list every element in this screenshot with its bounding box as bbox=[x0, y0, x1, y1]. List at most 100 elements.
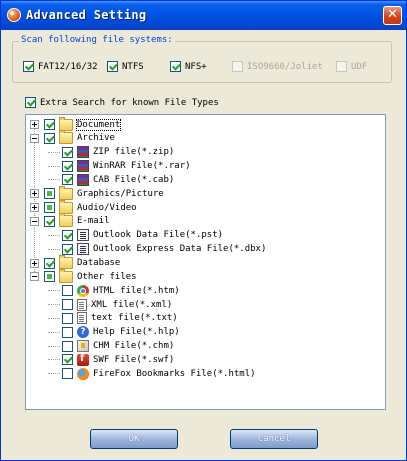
tree-item[interactable]: XML file(*.xml) bbox=[62, 298, 172, 311]
archive-icon bbox=[77, 173, 89, 186]
tree-item[interactable]: CHM File(*.chm) bbox=[62, 340, 174, 353]
expand-icon[interactable] bbox=[30, 258, 39, 268]
tree-item[interactable]: SWF File(*.swf) bbox=[62, 353, 174, 366]
tree-item-checkbox[interactable] bbox=[62, 174, 73, 186]
tree-item-label: E-mail bbox=[77, 216, 110, 227]
fs-option-1[interactable]: NTFS bbox=[107, 60, 144, 73]
tree-item-checkbox[interactable] bbox=[62, 340, 73, 352]
mail-icon bbox=[77, 243, 89, 256]
tree-guide-line bbox=[34, 124, 35, 277]
tree-item-checkbox[interactable] bbox=[44, 202, 55, 214]
tree-item-checkbox[interactable] bbox=[44, 257, 55, 269]
tree-item[interactable]: Archive bbox=[44, 130, 115, 145]
folder-icon bbox=[59, 199, 73, 214]
firefox-icon bbox=[77, 367, 89, 380]
tree-item-label: Database bbox=[77, 258, 121, 268]
app-icon bbox=[7, 8, 21, 22]
tree-item[interactable]: Outlook Express Data File(*.dbx) bbox=[62, 243, 266, 256]
expand-icon[interactable] bbox=[30, 189, 39, 199]
advanced-setting-dialog: Advanced Setting ✕ Scan following file s… bbox=[0, 0, 407, 461]
tree-item[interactable]: E-mail bbox=[44, 213, 110, 228]
tree-item-checkbox[interactable] bbox=[44, 132, 55, 144]
tree-item-checkbox[interactable] bbox=[62, 160, 73, 172]
file-systems-legend: Scan following file systems: bbox=[19, 35, 175, 45]
tree-item-checkbox[interactable] bbox=[62, 312, 73, 324]
tree-item[interactable]: Outlook Data File(*.pst) bbox=[62, 229, 223, 242]
tree-guide-line bbox=[48, 345, 60, 347]
tree-item-label: Outlook Express Data File(*.dbx) bbox=[93, 244, 267, 255]
extra-search-label: Extra Search for known File Types bbox=[40, 97, 219, 108]
file-types-tree[interactable]: Document Archive ZIP file(*.zip) WinRAR Fil… bbox=[25, 114, 386, 410]
fs-option-2[interactable]: NFS+ bbox=[170, 60, 207, 73]
tree-item-label: HTML file(*.htm) bbox=[93, 285, 180, 296]
tree-item-label: CAB File(*.cab) bbox=[93, 174, 175, 185]
tree-guide-line bbox=[48, 359, 60, 361]
title-bar[interactable]: Advanced Setting ✕ bbox=[1, 1, 406, 30]
mail-icon bbox=[77, 229, 89, 242]
cancel-button[interactable]: Cancel bbox=[230, 429, 318, 449]
tree-item[interactable]: Other files bbox=[44, 268, 137, 283]
tree-item[interactable]: Document bbox=[44, 116, 122, 131]
extra-search-checkbox[interactable] bbox=[25, 97, 36, 108]
chm-icon bbox=[77, 340, 89, 353]
tree-item[interactable]: CAB File(*.cab) bbox=[62, 173, 174, 186]
tree-item[interactable]: ? Help File(*.hlp) bbox=[62, 326, 180, 339]
tree-item[interactable]: FireFox Bookmarks File(*.html) bbox=[62, 367, 256, 380]
collapse-icon[interactable] bbox=[30, 272, 39, 282]
tree-item-label: Document bbox=[75, 118, 122, 131]
fs-checkbox[interactable] bbox=[107, 61, 118, 72]
tree-item-checkbox[interactable] bbox=[44, 215, 55, 227]
tree-item[interactable]: Audio/Video bbox=[44, 199, 137, 214]
tree-item-label: XML file(*.xml) bbox=[91, 299, 173, 310]
tree-guide-line bbox=[48, 304, 60, 306]
tree-item-checkbox[interactable] bbox=[62, 243, 73, 255]
tree-guide-line bbox=[48, 248, 60, 250]
tree-item-checkbox[interactable] bbox=[62, 368, 73, 380]
tree-item[interactable]: WinRAR File(*.rar) bbox=[62, 160, 191, 173]
folder-icon bbox=[59, 185, 73, 200]
tree-item-label: WinRAR File(*.rar) bbox=[93, 161, 191, 172]
tree-item-label: Other files bbox=[77, 271, 137, 282]
tree-guide-line bbox=[48, 151, 60, 153]
tree-guide-line bbox=[48, 317, 60, 319]
tree-item-label: ZIP file(*.zip) bbox=[93, 147, 175, 158]
folder-icon bbox=[59, 130, 73, 145]
expand-icon[interactable] bbox=[30, 203, 39, 213]
fs-checkbox[interactable] bbox=[23, 61, 34, 72]
tree-guide-line bbox=[48, 331, 60, 333]
swf-icon bbox=[77, 353, 89, 366]
tree-item[interactable]: ZIP file(*.zip) bbox=[62, 146, 174, 159]
tree-item-checkbox[interactable] bbox=[62, 354, 73, 366]
ok-button[interactable]: OK bbox=[90, 429, 178, 449]
tree-item-checkbox[interactable] bbox=[44, 271, 55, 283]
fs-option-0[interactable]: FAT12/16/32 bbox=[23, 60, 98, 73]
folder-icon bbox=[59, 213, 73, 228]
tree-item-label: FireFox Bookmarks File(*.html) bbox=[93, 368, 256, 379]
tree-guide-line bbox=[48, 234, 60, 236]
tree-item-checkbox[interactable] bbox=[62, 285, 73, 297]
close-button[interactable]: ✕ bbox=[383, 6, 402, 25]
chrome-icon bbox=[77, 284, 89, 297]
tree-item[interactable]: HTML file(*.htm) bbox=[62, 284, 180, 297]
tree-item-checkbox[interactable] bbox=[62, 229, 73, 241]
tree-item-checkbox[interactable] bbox=[44, 119, 55, 130]
tree-item[interactable]: Graphics/Picture bbox=[44, 185, 164, 200]
tree-item-checkbox[interactable] bbox=[62, 299, 73, 311]
collapse-icon[interactable] bbox=[30, 133, 39, 143]
fs-checkbox bbox=[336, 61, 347, 72]
tree-item-checkbox[interactable] bbox=[62, 326, 73, 338]
expand-icon[interactable] bbox=[30, 120, 39, 129]
help-icon: ? bbox=[77, 326, 89, 339]
collapse-icon[interactable] bbox=[30, 216, 39, 226]
tree-item-checkbox[interactable] bbox=[62, 146, 73, 158]
tree-item-label: Archive bbox=[77, 133, 115, 144]
fs-checkbox[interactable] bbox=[170, 61, 181, 72]
tree-item-label: Audio/Video bbox=[77, 202, 137, 213]
tree-item[interactable]: text file(*.txt) bbox=[62, 312, 178, 325]
folder-icon bbox=[59, 116, 73, 131]
extra-search-option[interactable]: Extra Search for known File Types bbox=[25, 96, 219, 109]
tree-guide-line bbox=[48, 290, 60, 292]
tree-item-checkbox[interactable] bbox=[44, 188, 55, 200]
folder-icon bbox=[59, 268, 73, 283]
tree-item[interactable]: Database bbox=[44, 255, 121, 270]
